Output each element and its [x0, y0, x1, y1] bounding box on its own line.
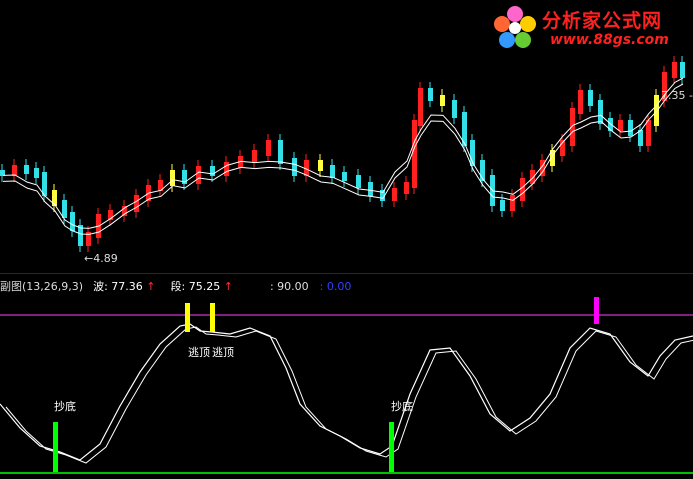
candle-body	[618, 120, 623, 131]
high-price-value: 7.35	[661, 89, 686, 102]
oscillator-chart[interactable]	[0, 276, 693, 479]
candle-body	[224, 162, 229, 176]
candle-body	[330, 165, 335, 178]
candle-body	[500, 200, 505, 211]
top-escape-bar-1	[185, 303, 190, 332]
bottom-buy-bar-1	[53, 422, 58, 472]
candle-body	[588, 90, 593, 106]
candle-body	[266, 140, 271, 156]
candle-body	[654, 95, 659, 126]
bottom-buy-label-2: 抄底	[391, 400, 413, 413]
candle-body	[278, 140, 283, 164]
high-price-label: 7.35 -	[661, 89, 693, 102]
logo-url: www.88gs.com	[550, 32, 669, 48]
candle-body	[628, 120, 633, 136]
candle-body	[428, 88, 433, 101]
candle-body	[62, 200, 67, 218]
oscillator-slow-line	[5, 326, 693, 464]
candle-body	[646, 120, 651, 146]
candle-body	[598, 100, 603, 124]
candle-body	[342, 172, 347, 181]
candle-body	[440, 95, 445, 106]
left-arrow-icon: ←	[84, 252, 94, 265]
candle-body	[252, 150, 257, 162]
top-escape-bar-2	[210, 303, 215, 332]
candle-body	[292, 158, 297, 176]
candle-body	[170, 170, 175, 186]
candle-body	[12, 165, 17, 176]
candle-body	[134, 195, 139, 212]
candle-body	[520, 178, 525, 201]
peak-marker-bar	[594, 297, 599, 324]
low-price-label: ←4.89	[84, 252, 118, 265]
candle-body	[680, 62, 685, 78]
site-logo: 分析家公式网 www.88gs.com	[490, 4, 690, 52]
candle-body	[210, 166, 215, 176]
candle-body	[70, 212, 75, 231]
candle-body	[318, 160, 323, 171]
candle-body	[356, 175, 361, 188]
candle-body	[412, 120, 417, 188]
candle-body	[368, 182, 373, 196]
oscillator-panel[interactable]	[0, 276, 693, 479]
candle-body	[24, 165, 29, 174]
bottom-buy-label-1: 抄底	[54, 400, 76, 413]
bottom-buy-bar-2	[389, 422, 394, 472]
candle-body	[510, 195, 515, 211]
candle-body	[392, 188, 397, 201]
top-escape-label-1: 逃顶	[188, 346, 210, 359]
candle-body	[452, 100, 457, 118]
candle-body	[672, 62, 677, 78]
candle-body	[196, 166, 201, 184]
logo-title: 分析家公式网	[542, 10, 663, 32]
candle-body	[404, 182, 409, 194]
candle-body	[578, 90, 583, 114]
candle-body	[570, 108, 575, 146]
low-price-value: 4.89	[93, 252, 118, 265]
candle-body	[418, 88, 423, 126]
panel-divider	[0, 273, 693, 274]
candle-body	[34, 168, 39, 178]
flower-logo-icon	[494, 6, 536, 48]
top-escape-label-2: 逃顶	[212, 346, 234, 359]
